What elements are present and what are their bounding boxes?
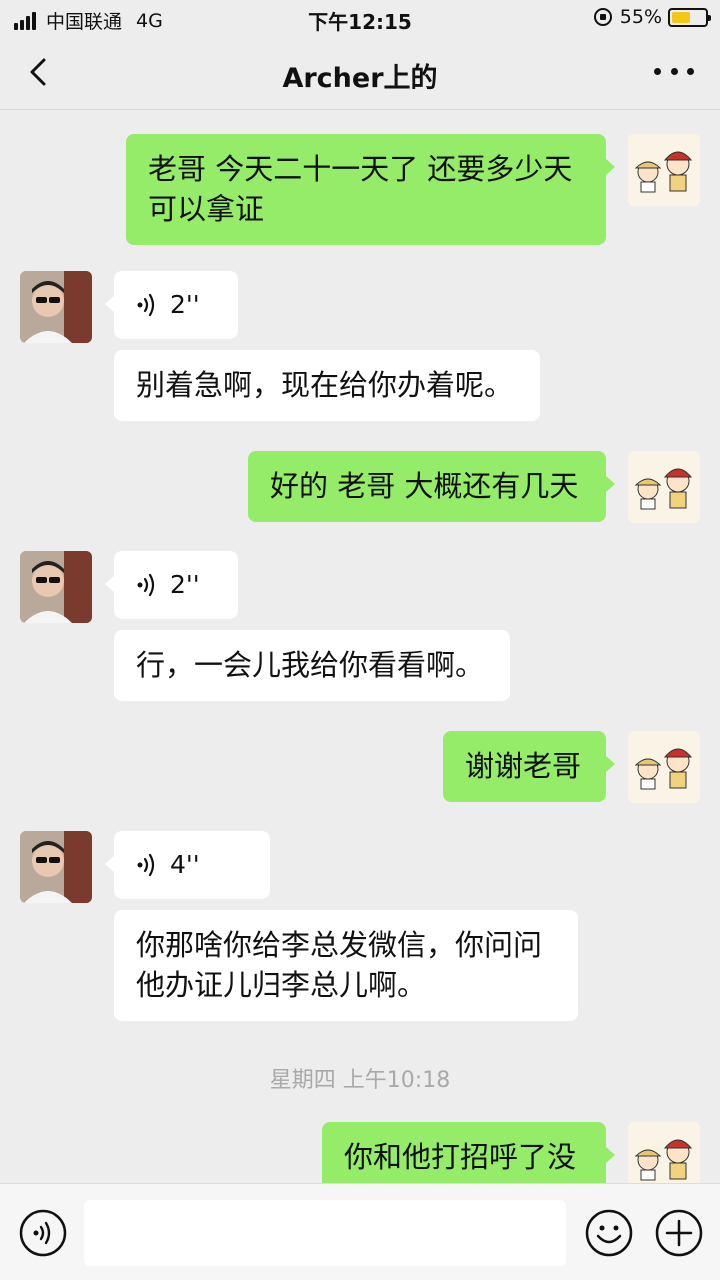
outgoing-message[interactable]: 老哥 今天二十一天了 还要多少天 可以拿证	[126, 134, 615, 245]
voice-mode-icon	[19, 1209, 67, 1257]
rotation-lock-icon	[593, 8, 612, 26]
contact-avatar[interactable]	[20, 271, 92, 343]
incoming-message[interactable]: 行，一会儿我给你看看啊。	[114, 630, 510, 701]
cartoon-avatar-icon	[628, 1122, 700, 1183]
outgoing-message[interactable]: 好的 老哥 大概还有几天	[248, 451, 615, 522]
battery-icon	[668, 7, 711, 27]
my-avatar[interactable]	[628, 731, 700, 803]
voice-message[interactable]: 2''	[105, 271, 238, 339]
incoming-message[interactable]: 你那啥你给李总发微信，你问问 他办证儿归李总儿啊。	[114, 910, 578, 1021]
emoji-icon	[585, 1209, 633, 1257]
message-line: 你那啥你给李总发微信，你问问	[136, 928, 543, 962]
add-button[interactable]	[654, 1208, 704, 1258]
cartoon-avatar-icon	[628, 731, 700, 803]
message-line: 可以拿证	[148, 192, 265, 226]
voice-wave-icon	[137, 853, 155, 877]
chat-title: Archer上的	[282, 63, 438, 94]
message-list[interactable]: 老哥 今天二十一天了 还要多少天 可以拿证 2'' 别着急啊，现在给你办着呢。 …	[0, 110, 720, 1183]
emoji-button[interactable]	[584, 1208, 634, 1258]
contact-avatar[interactable]	[20, 551, 92, 623]
my-avatar[interactable]	[628, 451, 700, 523]
cartoon-avatar-icon	[628, 451, 700, 523]
contact-photo-icon	[20, 271, 92, 343]
incoming-message[interactable]: 别着急啊，现在给你办着呢。	[114, 350, 540, 421]
more-dots-icon	[654, 67, 661, 75]
message-line: 老哥 今天二十一天了 还要多少天	[148, 152, 573, 186]
my-avatar[interactable]	[628, 134, 700, 206]
outgoing-message[interactable]: 谢谢老哥	[443, 731, 615, 802]
voice-message[interactable]: 4''	[105, 831, 270, 899]
message-input[interactable]	[84, 1200, 566, 1266]
cartoon-avatar-icon	[628, 134, 700, 206]
battery-fill	[672, 11, 690, 23]
voice-mode-button[interactable]	[18, 1208, 68, 1258]
contact-avatar[interactable]	[20, 831, 92, 903]
plus-icon	[655, 1209, 703, 1257]
message-line: 你和他打招呼了没	[344, 1140, 577, 1174]
my-avatar[interactable]	[628, 1122, 700, 1183]
voice-wave-icon	[137, 293, 155, 317]
voice-duration: 4''	[170, 850, 200, 879]
message-line: 别着急啊，现在给你办着呢。	[136, 368, 514, 402]
voice-duration: 2''	[170, 290, 200, 319]
input-bar	[0, 1183, 720, 1280]
voice-duration: 2''	[170, 570, 200, 599]
status-bar: 中国联通 4G 下午12:15 55%	[0, 0, 720, 36]
message-line: 好的 老哥 大概还有几天	[270, 469, 579, 503]
more-button[interactable]	[654, 56, 694, 86]
message-line: 他办证儿归李总儿啊。	[136, 968, 427, 1002]
outgoing-message[interactable]: 你和他打招呼了没	[322, 1122, 615, 1183]
chat-header: Archer上的	[0, 36, 720, 110]
contact-photo-icon	[20, 831, 92, 903]
message-line: 行，一会儿我给你看看啊。	[136, 648, 485, 682]
contact-photo-icon	[20, 551, 92, 623]
message-line: 谢谢老哥	[465, 749, 582, 783]
message-timestamp: 星期四 上午10:18	[269, 1068, 451, 1093]
voice-wave-icon	[137, 573, 155, 597]
battery-percent: 55%	[619, 6, 662, 28]
voice-message[interactable]: 2''	[105, 551, 238, 619]
